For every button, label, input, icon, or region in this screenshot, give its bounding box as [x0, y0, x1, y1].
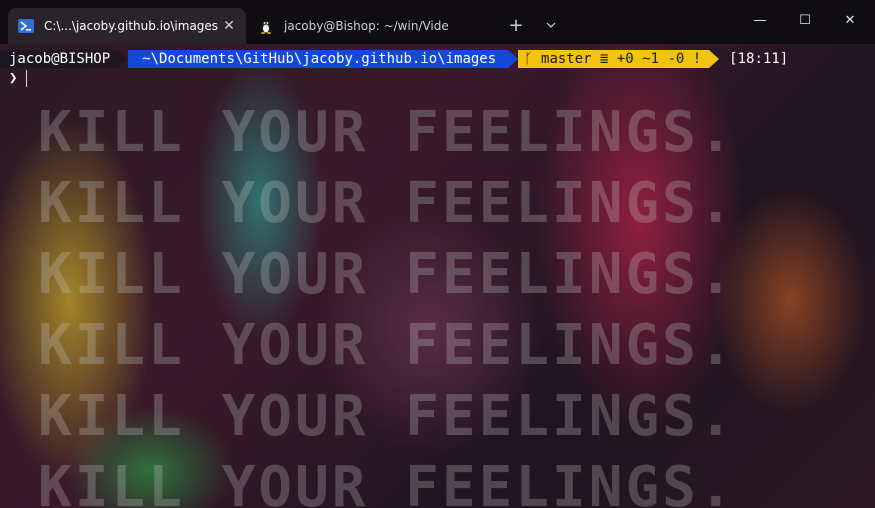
background-text: KILL YOUR FEELINGS. — [38, 313, 736, 378]
linux-tux-icon — [258, 18, 274, 34]
tab-powershell[interactable]: C:\...\jacoby.github.io\images ✕ — [8, 8, 246, 44]
background-text: KILL YOUR FEELINGS. — [38, 455, 736, 508]
git-status: ᚴ master ≣ +0 ~1 -0 ! — [518, 50, 710, 68]
terminal-window: C:\...\jacoby.github.io\images ✕ jacoby@… — [0, 0, 875, 508]
prompt-user: jacob@BISHOP — [0, 50, 119, 68]
chevron-down-icon[interactable] — [537, 11, 565, 39]
git-branch-icon: ᚴ — [524, 51, 542, 67]
background-text: KILL YOUR FEELINGS. — [38, 100, 736, 165]
text-cursor — [26, 69, 28, 87]
powerline-separator — [508, 50, 519, 68]
background-text: KILL YOUR FEELINGS. — [38, 171, 736, 236]
tab-label: jacoby@Bishop: ~/win/Videos/ — [284, 19, 448, 33]
background-text: KILL YOUR FEELINGS. — [38, 242, 736, 307]
powershell-icon — [18, 18, 34, 34]
maximize-button[interactable]: ☐ — [782, 0, 828, 40]
title-bar: C:\...\jacoby.github.io\images ✕ jacoby@… — [0, 0, 875, 44]
git-status-text: master ≣ +0 ~1 -0 ! — [541, 51, 702, 67]
prompt-symbol: ❯ — [9, 70, 18, 86]
new-tab-button[interactable]: + — [502, 11, 530, 39]
close-tab-icon[interactable]: ✕ — [218, 15, 240, 37]
input-line[interactable]: ❯ — [9, 68, 28, 88]
powerline-separator — [118, 50, 129, 68]
terminal-area[interactable]: KILL YOUR FEELINGS. KILL YOUR FEELINGS. … — [0, 44, 875, 508]
tab-linux[interactable]: jacoby@Bishop: ~/win/Videos/ — [248, 8, 448, 44]
powerline-separator — [709, 50, 720, 68]
prompt-line: jacob@BISHOP ~\Documents\GitHub\jacoby.g… — [0, 50, 788, 68]
prompt-time: [18:11] — [729, 51, 789, 67]
prompt-path: ~\Documents\GitHub\jacoby.github.io\imag… — [128, 50, 509, 68]
tab-label: C:\...\jacoby.github.io\images — [44, 19, 218, 33]
minimize-button[interactable]: — — [737, 0, 783, 40]
close-window-button[interactable]: ✕ — [827, 0, 873, 40]
background-text: KILL YOUR FEELINGS. — [38, 384, 736, 449]
